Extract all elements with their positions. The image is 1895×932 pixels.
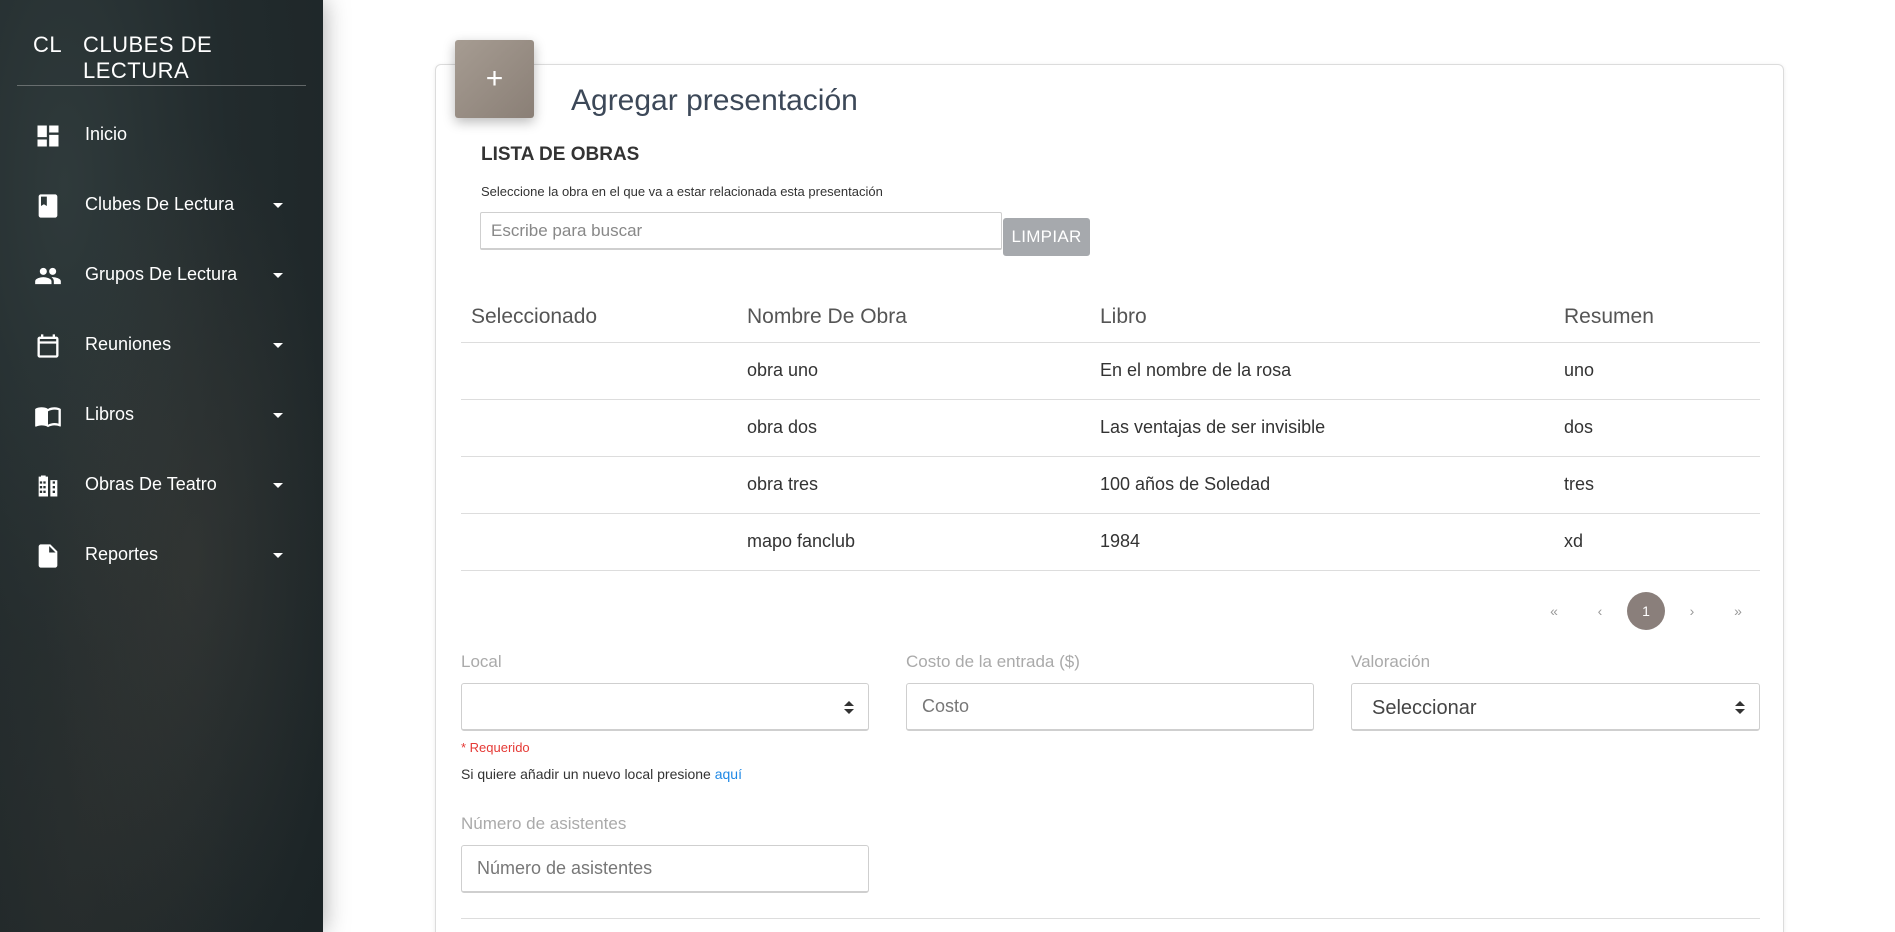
- cell-book: 100 años de Soledad: [1090, 456, 1554, 514]
- chevron-down-icon: [273, 413, 283, 418]
- sidebar: CL CLUBES DE LECTURA Inicio Clubes De Le…: [0, 0, 323, 932]
- page-title: Agregar presentación: [571, 84, 858, 117]
- sidebar-item-inicio[interactable]: Inicio: [0, 100, 323, 170]
- sidebar-item-label: Obras De Teatro: [85, 474, 217, 494]
- pagination-next[interactable]: ›: [1673, 592, 1711, 630]
- brand[interactable]: CL CLUBES DE LECTURA: [17, 30, 306, 86]
- pagination-last[interactable]: »: [1719, 592, 1757, 630]
- select-arrows-icon: [1735, 701, 1745, 715]
- cell-name: obra uno: [737, 342, 1090, 400]
- cost-label: Costo de la entrada ($): [906, 652, 1080, 671]
- cell-name: mapo fanclub: [737, 513, 1090, 571]
- chevron-down-icon: [273, 343, 283, 348]
- chevron-down-icon: [273, 483, 283, 488]
- cell-selected[interactable]: [461, 342, 737, 400]
- divider: [461, 918, 1760, 919]
- sidebar-item-label: Reportes: [85, 544, 159, 564]
- sidebar-item-label: Libros: [85, 404, 135, 424]
- search-input[interactable]: [480, 212, 1002, 250]
- cell-selected[interactable]: [461, 456, 737, 514]
- document-icon: [34, 542, 62, 570]
- pagination-prev[interactable]: ‹: [1581, 592, 1619, 630]
- chevron-down-icon: [273, 203, 283, 208]
- pagination-first[interactable]: «: [1535, 592, 1573, 630]
- cell-summary: tres: [1554, 456, 1760, 514]
- rating-label: Valoración: [1351, 652, 1431, 671]
- add-local-hint: Si quiere añadir un nuevo local presione…: [461, 766, 742, 782]
- required-message: * Requerido: [461, 740, 530, 755]
- select-arrows-icon: [844, 701, 854, 715]
- sidebar-item-reportes[interactable]: Reportes: [0, 520, 323, 590]
- column-header-summary[interactable]: Resumen: [1554, 292, 1760, 343]
- clear-button[interactable]: LIMPIAR: [1003, 218, 1090, 256]
- works-list-title: LISTA DE OBRAS: [481, 144, 640, 165]
- sidebar-item-libros[interactable]: Libros: [0, 380, 323, 450]
- column-header-selected[interactable]: Seleccionado: [461, 292, 737, 343]
- rating-select[interactable]: Seleccionar: [1351, 683, 1760, 731]
- column-header-book[interactable]: Libro: [1090, 292, 1554, 343]
- table-row[interactable]: obra tres 100 años de Soledad tres: [461, 456, 1760, 514]
- sidebar-item-label: Inicio: [85, 124, 128, 144]
- table-row[interactable]: obra uno En el nombre de la rosa uno: [461, 342, 1760, 400]
- cell-name: obra dos: [737, 399, 1090, 457]
- add-local-link[interactable]: aquí: [715, 766, 742, 782]
- pagination: « ‹ 1 › »: [1535, 592, 1760, 630]
- works-list-description: Seleccione la obra en el que va a estar …: [481, 184, 883, 199]
- cell-book: En el nombre de la rosa: [1090, 342, 1554, 400]
- local-select[interactable]: [461, 683, 869, 731]
- sidebar-item-reuniones[interactable]: Reuniones: [0, 310, 323, 380]
- cell-book: Las ventajas de ser invisible: [1090, 399, 1554, 457]
- column-header-name[interactable]: Nombre De Obra: [737, 292, 1090, 343]
- cell-name: obra tres: [737, 456, 1090, 514]
- theater-icon: [34, 472, 62, 500]
- cost-input[interactable]: [906, 683, 1314, 731]
- cell-summary: xd: [1554, 513, 1760, 571]
- sidebar-item-obras[interactable]: Obras De Teatro: [0, 450, 323, 520]
- table-row[interactable]: obra dos Las ventajas de ser invisible d…: [461, 399, 1760, 457]
- chevron-down-icon: [273, 553, 283, 558]
- attendees-label: Número de asistentes: [461, 814, 627, 833]
- pagination-page-current[interactable]: 1: [1627, 592, 1665, 630]
- sidebar-item-grupos[interactable]: Grupos De Lectura: [0, 240, 323, 310]
- cell-selected[interactable]: [461, 399, 737, 457]
- rating-select-value: Seleccionar: [1372, 697, 1477, 719]
- open-book-icon: [34, 402, 62, 430]
- sidebar-nav: Inicio Clubes De Lectura Grupos De Lectu…: [0, 100, 323, 590]
- plus-icon: +: [455, 40, 534, 118]
- attendees-input[interactable]: [461, 845, 869, 893]
- table-row[interactable]: mapo fanclub 1984 xd: [461, 513, 1760, 571]
- book-icon: [34, 192, 62, 220]
- add-local-hint-text: Si quiere añadir un nuevo local presione: [461, 766, 715, 782]
- sidebar-item-clubes[interactable]: Clubes De Lectura: [0, 170, 323, 240]
- works-table: Seleccionado Nombre De Obra Libro Resume…: [461, 292, 1760, 571]
- table-header-row: Seleccionado Nombre De Obra Libro Resume…: [461, 292, 1760, 343]
- sidebar-item-label: Clubes De Lectura: [85, 194, 235, 214]
- people-icon: [34, 262, 62, 290]
- dashboard-icon: [34, 122, 62, 150]
- sidebar-item-label: Reuniones: [85, 334, 172, 354]
- calendar-icon: [34, 332, 62, 360]
- cell-summary: uno: [1554, 342, 1760, 400]
- brand-mini: CL: [33, 32, 63, 57]
- cell-selected[interactable]: [461, 513, 737, 571]
- sidebar-item-label: Grupos De Lectura: [85, 264, 238, 284]
- cell-book: 1984: [1090, 513, 1554, 571]
- brand-title: CLUBES DE LECTURA: [83, 32, 213, 83]
- cell-summary: dos: [1554, 399, 1760, 457]
- chevron-down-icon: [273, 273, 283, 278]
- local-label: Local: [461, 652, 502, 671]
